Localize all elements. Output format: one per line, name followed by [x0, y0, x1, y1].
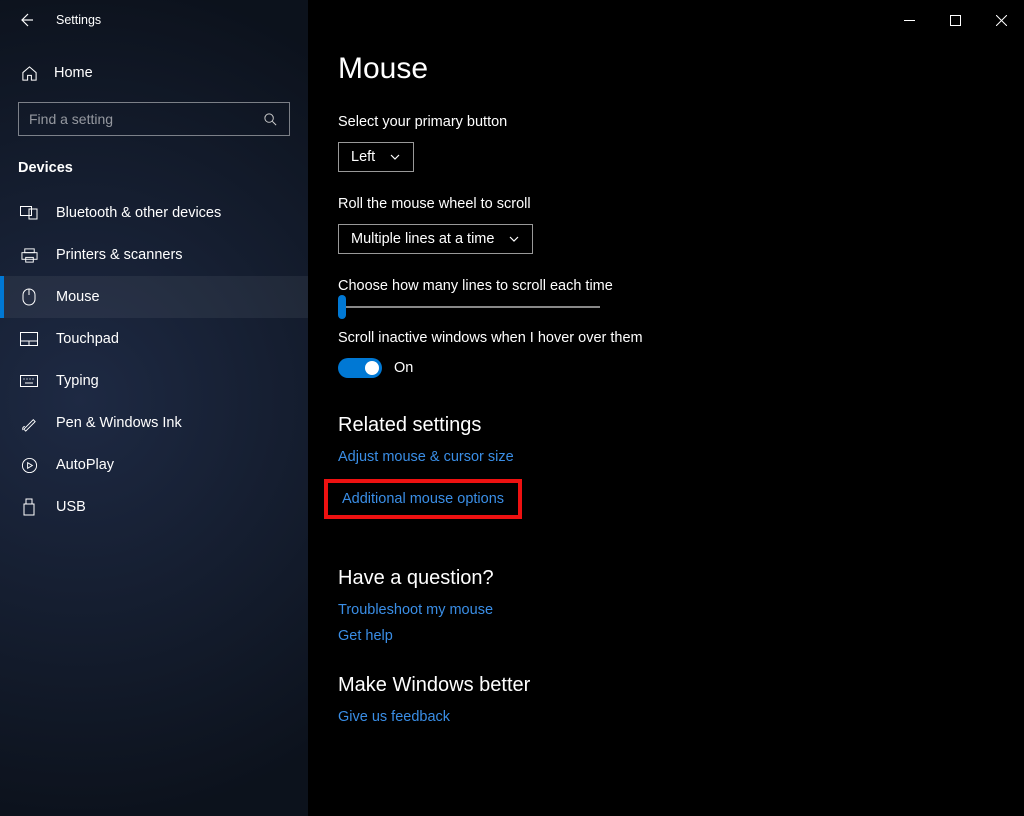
sidebar-item-mouse[interactable]: Mouse: [0, 276, 308, 318]
page-title: Mouse: [338, 52, 994, 86]
sidebar-item-pen[interactable]: Pen & Windows Ink: [0, 402, 308, 444]
lines-label: Choose how many lines to scroll each tim…: [338, 278, 994, 294]
question-heading: Have a question?: [338, 567, 994, 590]
search-icon: [261, 110, 279, 128]
sidebar-item-label: USB: [56, 499, 86, 515]
slider-thumb[interactable]: [338, 295, 346, 319]
printer-icon: [20, 246, 38, 264]
toggle-knob: [365, 361, 379, 375]
link-get-help[interactable]: Get help: [338, 628, 994, 644]
content-pane: Mouse Select your primary button Left Ro…: [308, 0, 1024, 816]
inactive-state: On: [394, 360, 413, 376]
devices-icon: [20, 204, 38, 222]
primary-button-label: Select your primary button: [338, 114, 994, 130]
sidebar-section-label: Devices: [0, 146, 308, 184]
minimize-button[interactable]: [886, 4, 932, 36]
wheel-scroll-label: Roll the mouse wheel to scroll: [338, 196, 994, 212]
sidebar-item-label: AutoPlay: [56, 457, 114, 473]
inactive-label: Scroll inactive windows when I hover ove…: [338, 330, 994, 346]
back-button[interactable]: [14, 8, 38, 32]
sidebar-item-usb[interactable]: USB: [0, 486, 308, 528]
maximize-button[interactable]: [932, 4, 978, 36]
sidebar-item-label: Touchpad: [56, 331, 119, 347]
home-icon: [20, 64, 38, 82]
sidebar-item-printers[interactable]: Printers & scanners: [0, 234, 308, 276]
link-adjust-mouse-cursor-size[interactable]: Adjust mouse & cursor size: [338, 449, 994, 465]
wheel-scroll-dropdown[interactable]: Multiple lines at a time: [338, 224, 533, 254]
highlight-box: Additional mouse options: [324, 479, 522, 519]
link-troubleshoot-mouse[interactable]: Troubleshoot my mouse: [338, 602, 994, 618]
touchpad-icon: [20, 330, 38, 348]
sidebar-item-touchpad[interactable]: Touchpad: [0, 318, 308, 360]
sidebar-item-autoplay[interactable]: AutoPlay: [0, 444, 308, 486]
home-nav[interactable]: Home: [0, 56, 308, 90]
keyboard-icon: [20, 372, 38, 390]
autoplay-icon: [20, 456, 38, 474]
lines-slider[interactable]: [338, 306, 600, 308]
sidebar-item-label: Mouse: [56, 289, 100, 305]
usb-icon: [20, 498, 38, 516]
mouse-icon: [20, 288, 38, 306]
link-additional-mouse-options[interactable]: Additional mouse options: [342, 491, 504, 507]
titlebar: Settings: [0, 0, 1024, 40]
inactive-toggle[interactable]: [338, 358, 382, 378]
sidebar-item-label: Pen & Windows Ink: [56, 415, 182, 431]
primary-button-value: Left: [351, 149, 375, 165]
better-heading: Make Windows better: [338, 674, 994, 697]
link-give-feedback[interactable]: Give us feedback: [338, 709, 994, 725]
search-input[interactable]: [29, 111, 253, 127]
home-label: Home: [54, 65, 93, 81]
wheel-scroll-value: Multiple lines at a time: [351, 231, 494, 247]
chevron-down-icon: [508, 233, 520, 245]
sidebar-item-label: Typing: [56, 373, 99, 389]
sidebar-item-label: Printers & scanners: [56, 247, 183, 263]
chevron-down-icon: [389, 151, 401, 163]
pen-icon: [20, 414, 38, 432]
sidebar-item-bluetooth[interactable]: Bluetooth & other devices: [0, 192, 308, 234]
window-title: Settings: [56, 13, 101, 27]
sidebar-item-typing[interactable]: Typing: [0, 360, 308, 402]
sidebar: Home Devices Bluetooth & other devices P…: [0, 0, 308, 816]
related-heading: Related settings: [338, 414, 994, 437]
close-button[interactable]: [978, 4, 1024, 36]
search-box[interactable]: [18, 102, 290, 136]
sidebar-item-label: Bluetooth & other devices: [56, 205, 221, 221]
primary-button-dropdown[interactable]: Left: [338, 142, 414, 172]
